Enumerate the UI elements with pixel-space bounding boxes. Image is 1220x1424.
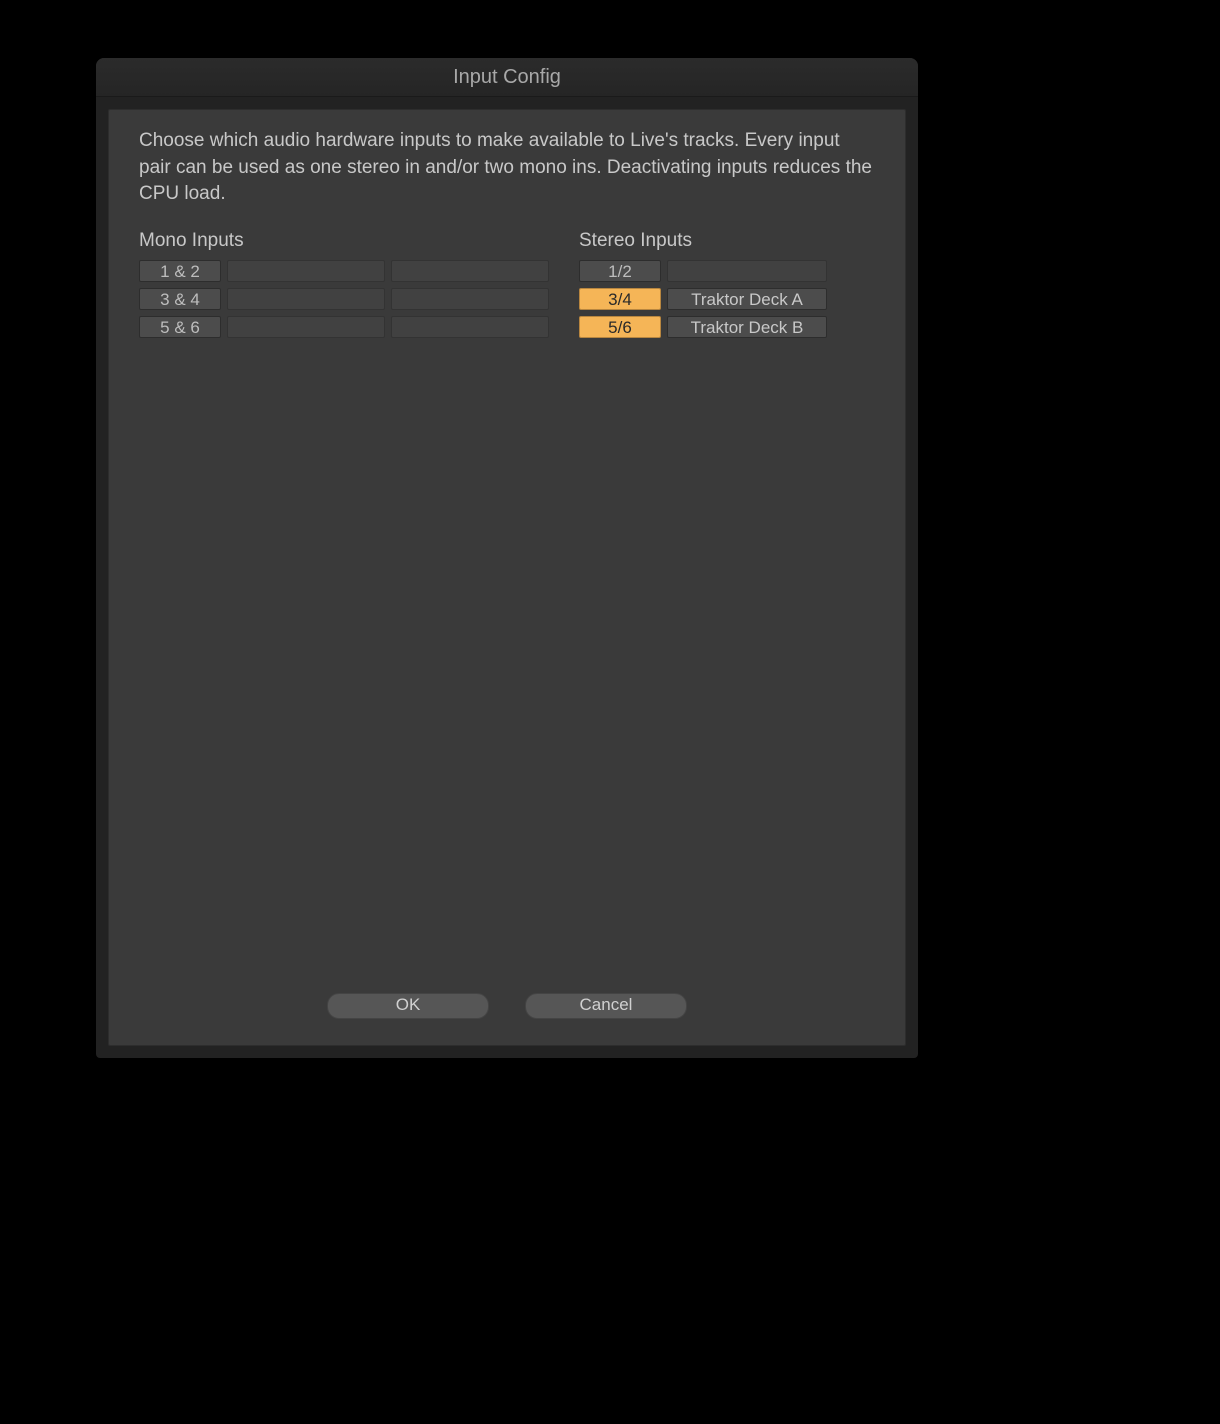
mono-name-field-2[interactable] xyxy=(391,260,549,282)
window-body-outer: Choose which audio hardware inputs to ma… xyxy=(96,97,918,1058)
mono-name-field-1[interactable] xyxy=(227,260,385,282)
stereo-heading: Stereo Inputs xyxy=(579,230,827,252)
cancel-button[interactable]: Cancel xyxy=(525,993,687,1019)
stereo-channel-toggle-5-6[interactable]: 5/6 xyxy=(579,316,661,338)
mono-heading: Mono Inputs xyxy=(139,230,549,252)
window-title: Input Config xyxy=(96,58,918,97)
mono-row-2: 3 & 4 xyxy=(139,288,549,310)
ok-button[interactable]: OK xyxy=(327,993,489,1019)
mono-name-field-3[interactable] xyxy=(227,288,385,310)
stereo-name-field-3-4[interactable]: Traktor Deck A xyxy=(667,288,827,310)
stereo-row-1: 1/2 xyxy=(579,260,827,282)
stereo-inputs-column: Stereo Inputs 1/2 3/4 Traktor Deck A 5/6… xyxy=(579,230,827,344)
stereo-channel-toggle-3-4[interactable]: 3/4 xyxy=(579,288,661,310)
mono-name-field-6[interactable] xyxy=(391,316,549,338)
mono-row-3: 5 & 6 xyxy=(139,316,549,338)
window-body: Choose which audio hardware inputs to ma… xyxy=(108,109,906,1046)
input-config-window: Input Config Choose which audio hardware… xyxy=(96,58,918,1058)
mono-channel-toggle-3-4[interactable]: 3 & 4 xyxy=(139,288,221,310)
stereo-channel-toggle-1-2[interactable]: 1/2 xyxy=(579,260,661,282)
mono-name-field-4[interactable] xyxy=(391,288,549,310)
dialog-footer: OK Cancel xyxy=(139,993,875,1025)
help-text: Choose which audio hardware inputs to ma… xyxy=(139,128,875,208)
stereo-row-2: 3/4 Traktor Deck A xyxy=(579,288,827,310)
io-columns: Mono Inputs 1 & 2 3 & 4 5 & 6 xyxy=(139,230,875,344)
mono-channel-toggle-1-2[interactable]: 1 & 2 xyxy=(139,260,221,282)
mono-name-field-5[interactable] xyxy=(227,316,385,338)
stereo-row-3: 5/6 Traktor Deck B xyxy=(579,316,827,338)
mono-channel-toggle-5-6[interactable]: 5 & 6 xyxy=(139,316,221,338)
stereo-name-field-5-6[interactable]: Traktor Deck B xyxy=(667,316,827,338)
stereo-name-field-1-2[interactable] xyxy=(667,260,827,282)
mono-row-1: 1 & 2 xyxy=(139,260,549,282)
mono-inputs-column: Mono Inputs 1 & 2 3 & 4 5 & 6 xyxy=(139,230,549,344)
